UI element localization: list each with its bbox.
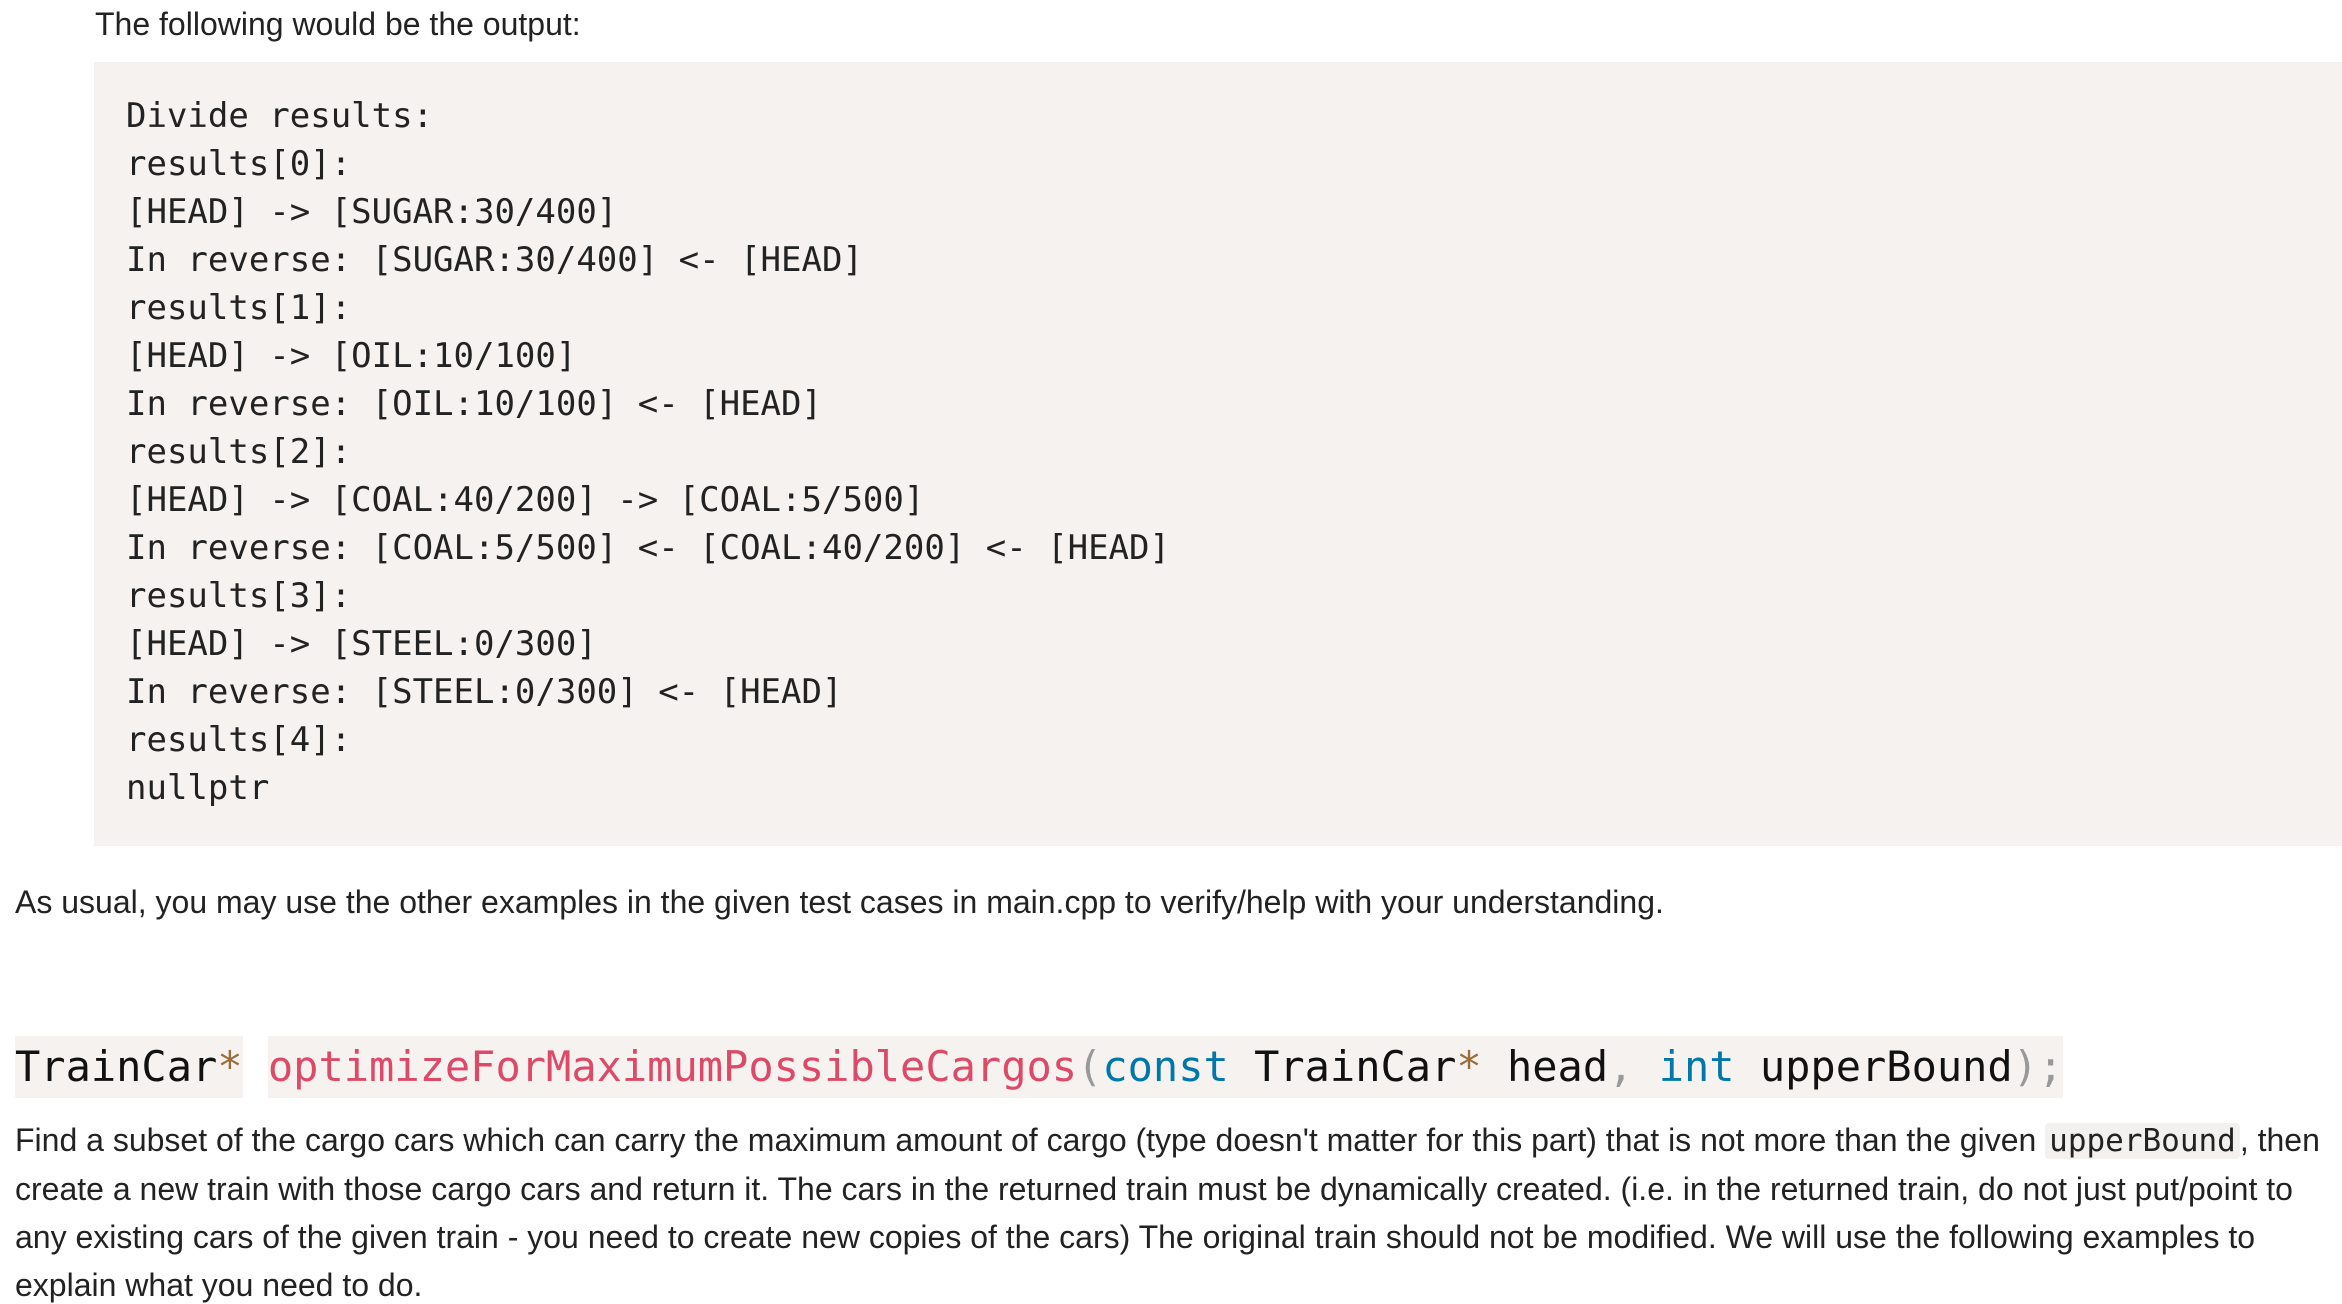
semicolon: ;: [2038, 1036, 2064, 1098]
param-upper-bound: upperBound: [1734, 1036, 2013, 1098]
output-code-block: Divide results: results[0]: [HEAD] -> [SUG…: [94, 62, 2342, 846]
code-line: [HEAD] -> [OIL:10/100]: [126, 336, 577, 376]
code-line: In reverse: [SUGAR:30/400] <- [HEAD]: [126, 240, 863, 280]
signature-space: [1633, 1036, 1659, 1098]
code-line: results[2]:: [126, 432, 352, 472]
return-type: TrainCar: [15, 1036, 218, 1098]
code-line: In reverse: [STEEL:0/300] <- [HEAD]: [126, 672, 843, 712]
inline-code-upperbound: upperBound: [2045, 1123, 2240, 1159]
signature-space: [1228, 1036, 1255, 1098]
code-line: In reverse: [OIL:10/100] <- [HEAD]: [126, 384, 822, 424]
code-line: [HEAD] -> [SUGAR:30/400]: [126, 192, 618, 232]
code-line: nullptr: [126, 768, 270, 808]
pointer-star: *: [217, 1036, 243, 1098]
code-line: In reverse: [COAL:5/500] <- [COAL:40/200…: [126, 528, 1170, 568]
usual-note-text: As usual, you may use the other examples…: [15, 884, 1664, 920]
code-line: results[1]:: [126, 288, 352, 328]
function-signature-heading: TrainCar * optimizeForMaximumPossibleCarg…: [15, 1036, 2064, 1098]
code-line: results[3]:: [126, 576, 352, 616]
code-line: [HEAD] -> [STEEL:0/300]: [126, 624, 597, 664]
intro-text: The following would be the output:: [95, 6, 581, 42]
open-paren: (: [1077, 1036, 1103, 1098]
function-name: optimizeForMaximumPossibleCargos: [267, 1036, 1078, 1098]
comma: ,: [1608, 1036, 1634, 1098]
param-head: head: [1481, 1036, 1609, 1098]
code-line: results[0]:: [126, 144, 352, 184]
pointer-star: *: [1456, 1036, 1482, 1098]
description-text: Find a subset of the cargo cars which ca…: [15, 1122, 2046, 1158]
signature-space: [243, 1043, 268, 1092]
code-line: [HEAD] -> [COAL:40/200] -> [COAL:5/500]: [126, 480, 925, 520]
param-type: TrainCar: [1254, 1036, 1457, 1098]
const-keyword: const: [1102, 1036, 1229, 1098]
code-line: Divide results:: [126, 96, 434, 136]
int-keyword: int: [1658, 1036, 1735, 1098]
code-line: results[4]:: [126, 720, 352, 760]
close-paren: ): [2012, 1036, 2039, 1098]
function-description: Find a subset of the cargo cars which ca…: [15, 1116, 2335, 1304]
